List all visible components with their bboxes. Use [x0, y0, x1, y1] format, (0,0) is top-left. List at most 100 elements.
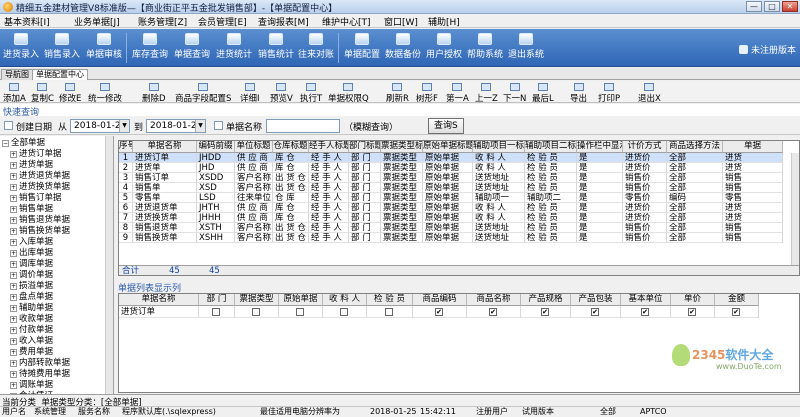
- grid-cell[interactable]: 5: [119, 193, 133, 203]
- grid-cell[interactable]: 是: [577, 203, 623, 213]
- column-header[interactable]: 辅助项目一标题: [473, 141, 525, 153]
- grid-cell[interactable]: 全部: [667, 153, 723, 163]
- tree-item[interactable]: + 调库单据: [10, 259, 53, 270]
- doc-audit-button[interactable]: 单据审核: [86, 33, 122, 65]
- grid-cell[interactable]: JHD: [197, 163, 235, 173]
- doc-name-input[interactable]: [266, 119, 340, 133]
- grid-cell[interactable]: 部 门: [349, 223, 381, 233]
- grid-cell[interactable]: 8: [119, 223, 133, 233]
- doc-query-button[interactable]: 单据查询: [174, 33, 210, 65]
- grid-cell[interactable]: 票据类型: [381, 213, 423, 223]
- copy-button[interactable]: 复制C: [31, 83, 54, 104]
- column-header[interactable]: 编码前缀: [197, 141, 235, 153]
- expand-icon[interactable]: +: [10, 217, 17, 224]
- grid-cell[interactable]: 进货价: [623, 213, 667, 223]
- grid-cell[interactable]: 部 门: [349, 233, 381, 243]
- grid-cell[interactable]: 出 货 仓: [273, 183, 309, 193]
- column-visible-checkbox[interactable]: [296, 308, 304, 316]
- sales-entry-button[interactable]: 销售录入: [44, 33, 80, 65]
- column-header[interactable]: 计价方式: [623, 141, 667, 153]
- expand-icon[interactable]: +: [10, 239, 17, 246]
- minimize-button[interactable]: —: [746, 1, 762, 12]
- refresh-button[interactable]: 刷新R: [386, 83, 409, 104]
- dropdown-arrow-icon[interactable]: ▼: [119, 120, 129, 132]
- grid-cell[interactable]: 销售价: [623, 183, 667, 193]
- column-visible-checkbox[interactable]: ✔: [688, 308, 696, 316]
- expand-icon[interactable]: +: [10, 228, 17, 235]
- close-button[interactable]: ✕: [782, 1, 798, 12]
- grid-cell[interactable]: 是: [577, 173, 623, 183]
- grid-cell[interactable]: 2: [119, 163, 133, 173]
- grid-cell[interactable]: 零售: [723, 193, 783, 203]
- grid-cell[interactable]: 票据类型: [381, 193, 423, 203]
- grid-cell[interactable]: 部 门: [349, 173, 381, 183]
- grid-cell[interactable]: 经 手 人: [309, 153, 349, 163]
- purchase-stats-button[interactable]: 进货统计: [216, 33, 252, 65]
- grid-cell[interactable]: 原始单据: [423, 223, 473, 233]
- grid-cell[interactable]: 票据类型: [381, 223, 423, 233]
- tree-item[interactable]: + 销售订单据: [10, 193, 62, 204]
- tree-item[interactable]: + 销售换货单据: [10, 226, 70, 237]
- grid-cell[interactable]: 进货价: [623, 163, 667, 173]
- column-header[interactable]: 票据类型标题: [381, 141, 423, 153]
- grid-cell[interactable]: 检 验 员: [525, 223, 577, 233]
- grid-cell[interactable]: 部 门: [349, 193, 381, 203]
- list-column-header[interactable]: 部 门: [199, 294, 235, 306]
- grid-cell[interactable]: LSD: [197, 193, 235, 203]
- column-header[interactable]: 商品选择方法: [667, 141, 723, 153]
- expand-icon[interactable]: +: [10, 327, 17, 334]
- grid-cell[interactable]: 进货退货单: [133, 203, 197, 213]
- column-visible-checkbox[interactable]: ✔: [641, 308, 649, 316]
- grid-cell[interactable]: 原始单据: [423, 233, 473, 243]
- delete-button[interactable]: 删除D: [142, 83, 166, 104]
- grid-cell[interactable]: JHDD: [197, 153, 235, 163]
- last-record-button[interactable]: 最后L: [532, 83, 554, 104]
- grid-cell[interactable]: 票据类型: [381, 173, 423, 183]
- prev-record-button[interactable]: 上一Z: [475, 83, 498, 104]
- list-column-header[interactable]: 票据类型: [235, 294, 279, 306]
- exit-system-button[interactable]: 退出系统: [508, 33, 544, 65]
- menu-maintenance[interactable]: 维护中心[T]: [322, 15, 371, 28]
- doc-permission-button[interactable]: 单据权限Q: [328, 83, 369, 104]
- list-column-header[interactable]: 商品编码: [413, 294, 467, 306]
- grid-cell[interactable]: 供 应 商: [235, 213, 273, 223]
- grid-cell[interactable]: JHHH: [197, 213, 235, 223]
- grid-cell[interactable]: 全部: [667, 173, 723, 183]
- maximize-button[interactable]: □: [764, 1, 780, 12]
- preview-button[interactable]: 预览V: [270, 83, 293, 104]
- menu-reports[interactable]: 查询报表[M]: [258, 15, 309, 28]
- grid-cell[interactable]: 客户名称: [235, 173, 273, 183]
- expand-icon[interactable]: +: [10, 283, 17, 290]
- grid-cell[interactable]: 3: [119, 173, 133, 183]
- grid-cell[interactable]: 是: [577, 233, 623, 243]
- expand-icon[interactable]: +: [10, 184, 17, 191]
- menu-window[interactable]: 窗口[W]: [384, 15, 418, 28]
- grid-cell[interactable]: 7: [119, 213, 133, 223]
- list-column-header[interactable]: 基本单位: [621, 294, 671, 306]
- list-column-header[interactable]: 单据名称: [119, 294, 199, 306]
- grid-cell[interactable]: 经 手 人: [309, 203, 349, 213]
- grid-cell[interactable]: 收 料 人: [473, 163, 525, 173]
- grid-cell[interactable]: 销售: [723, 223, 783, 233]
- grid-cell[interactable]: JHTH: [197, 203, 235, 213]
- grid-cell[interactable]: 原始单据: [423, 203, 473, 213]
- tree-item[interactable]: + 进货单据: [10, 160, 53, 171]
- grid-cell[interactable]: 辅助项一: [473, 193, 525, 203]
- grid-cell[interactable]: 9: [119, 233, 133, 243]
- grid-cell[interactable]: 进货价: [623, 203, 667, 213]
- column-visible-checkbox[interactable]: ✔: [591, 308, 599, 316]
- grid-cell[interactable]: 进货单: [133, 163, 197, 173]
- grid-cell[interactable]: 出 货 仓: [273, 173, 309, 183]
- tab-doc-config-center[interactable]: 单据配置中心: [32, 69, 88, 80]
- add-button[interactable]: 添加A: [3, 83, 26, 104]
- grid-cell[interactable]: 4: [119, 183, 133, 193]
- tree-item[interactable]: + 收入单据: [10, 336, 53, 347]
- data-backup-button[interactable]: 数据备份: [385, 33, 421, 65]
- expand-icon[interactable]: +: [10, 261, 17, 268]
- grid-cell[interactable]: 销售: [723, 173, 783, 183]
- grid-cell[interactable]: 检 验 员: [525, 163, 577, 173]
- grid-cell[interactable]: 收 料 人: [473, 203, 525, 213]
- expand-icon[interactable]: +: [10, 206, 17, 213]
- grid-cell[interactable]: XSTH: [197, 223, 235, 233]
- expand-icon[interactable]: +: [10, 349, 17, 356]
